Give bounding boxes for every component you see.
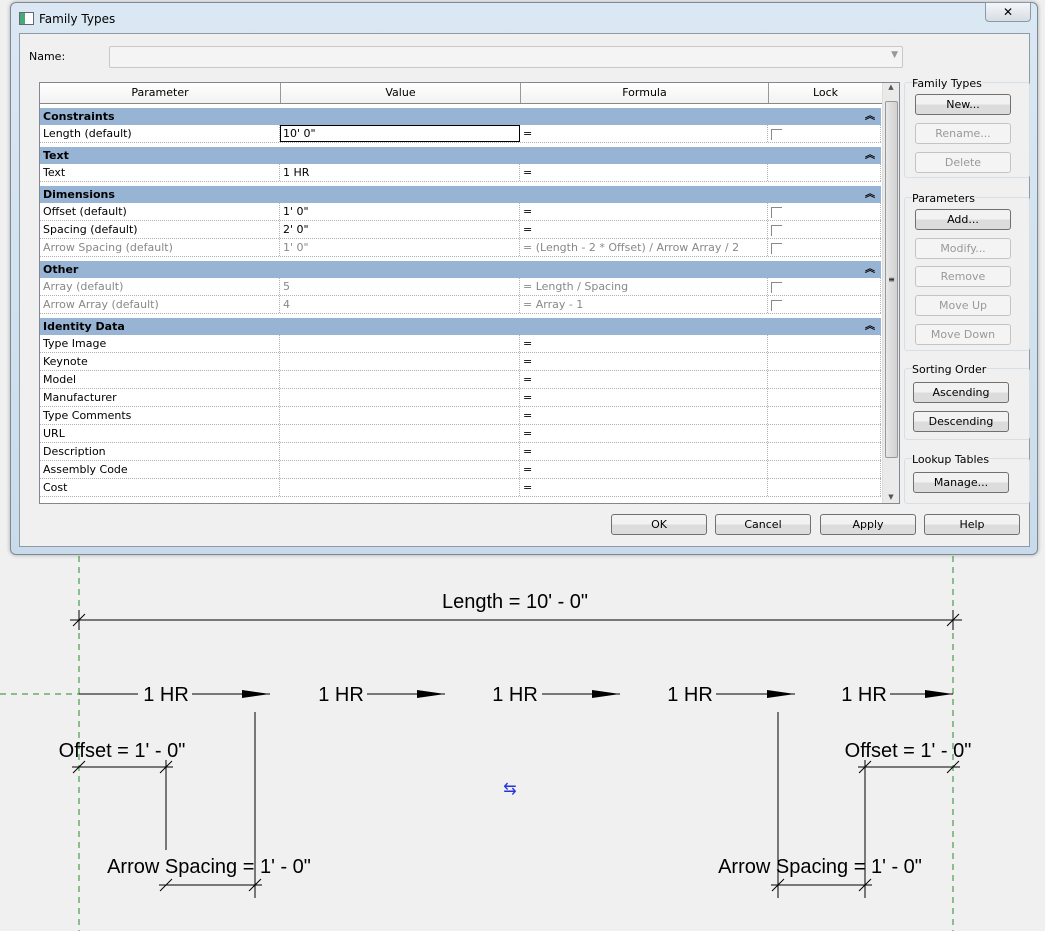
length-dimension[interactable] [70,610,962,630]
flip-control-icon[interactable]: ⇆ [503,781,516,798]
tag-label-2: 1 HR [318,684,364,706]
drawing-canvas: Length = 10' - 0" 1 HR 1 HR 1 HR 1 HR 1 … [0,556,972,931]
tag-label-5: 1 HR [841,684,887,706]
tag-label-1: 1 HR [143,684,189,706]
length-dimension-label: Length = 10' - 0" [442,591,588,613]
arrow-spacing-left-label: Arrow Spacing = 1' - 0" [107,856,311,878]
offset-left-label: Offset = 1' - 0" [59,740,186,762]
offset-right-label: Offset = 1' - 0" [845,740,972,762]
tag-label-4: 1 HR [667,684,713,706]
arrow-spacing-right-label: Arrow Spacing = 1' - 0" [718,856,922,878]
tag-label-3: 1 HR [492,684,538,706]
